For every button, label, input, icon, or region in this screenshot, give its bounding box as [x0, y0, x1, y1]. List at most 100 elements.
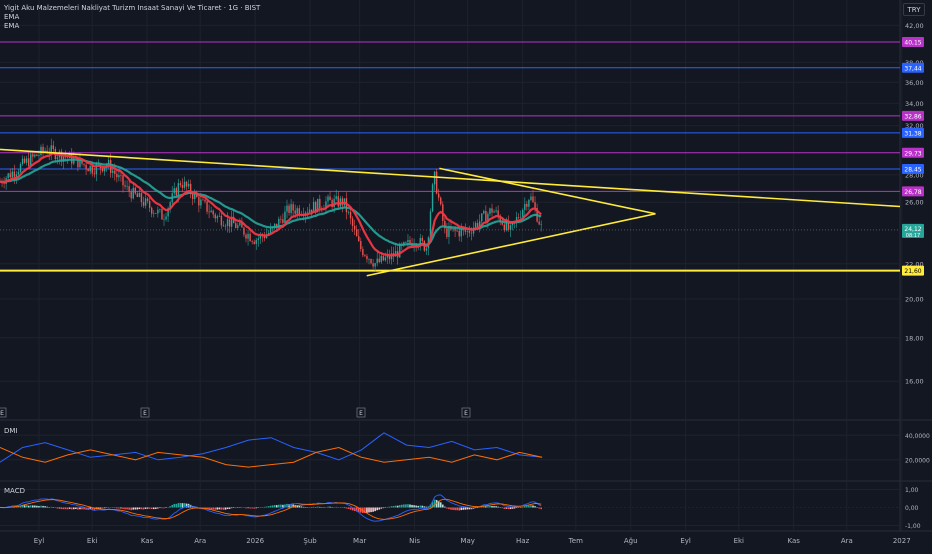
currency-button[interactable]: TRY — [903, 3, 925, 16]
candle-body — [280, 219, 281, 220]
macd-bar — [81, 508, 83, 510]
chart-svg[interactable]: EylEkiKasAra2026ŞubMarNisMayHazTemAğuEyl… — [0, 0, 932, 550]
candle-body — [399, 244, 400, 257]
macd-bar — [491, 506, 493, 508]
candle-body — [42, 147, 43, 152]
candle-body — [374, 263, 375, 266]
candle-body — [364, 255, 365, 256]
macd-bar — [159, 508, 161, 509]
macd-bar — [46, 507, 48, 508]
macd-bar — [395, 506, 397, 508]
candle-body — [440, 198, 441, 205]
macd-bar — [79, 508, 81, 510]
macd-bar — [44, 506, 46, 507]
candle-body — [165, 217, 166, 220]
macd-bar — [327, 507, 329, 508]
candle-body — [381, 256, 382, 262]
candle-body — [85, 165, 86, 169]
candle-body — [481, 213, 482, 221]
macd-bar — [145, 508, 147, 509]
candle-body — [532, 196, 533, 202]
candle-body — [213, 211, 214, 215]
candle-body — [520, 217, 521, 218]
x-tick-label: Eki — [734, 537, 744, 545]
candle-body — [286, 206, 287, 212]
candle-body — [336, 196, 337, 199]
macd-bar — [501, 508, 503, 509]
price-tick-label: 42,00 — [905, 22, 924, 30]
candle-body — [227, 219, 228, 226]
macd-bar — [173, 504, 175, 508]
macd-bar — [458, 508, 460, 511]
macd-bar — [424, 506, 426, 507]
candle-body — [145, 198, 146, 205]
chart-root[interactable]: EylEkiKasAra2026ŞubMarNisMayHazTemAğuEyl… — [0, 0, 932, 550]
macd-bar — [135, 508, 137, 510]
candle-body — [409, 240, 410, 243]
candle-body — [422, 238, 423, 241]
macd-bar — [73, 508, 75, 510]
candle-body — [471, 233, 472, 234]
macd-bar — [69, 508, 71, 509]
candle-body — [14, 172, 15, 177]
level-label: 29,73 — [904, 150, 921, 157]
macd-bar — [497, 507, 499, 508]
macd-bar — [161, 508, 163, 509]
candle-body — [40, 147, 41, 155]
macd-bar — [251, 508, 253, 509]
candle-body — [32, 154, 33, 156]
candle-body — [178, 183, 179, 195]
candle-body — [475, 223, 476, 228]
macd-bar — [493, 506, 495, 507]
candle-body — [348, 212, 349, 213]
candle-body — [436, 172, 437, 194]
candle-body — [538, 222, 539, 225]
candle-body — [124, 185, 125, 186]
candle-body — [510, 225, 511, 230]
macd-bar — [75, 508, 77, 509]
candle-body — [8, 173, 9, 178]
candle-body — [135, 188, 136, 194]
macd-bar — [176, 504, 178, 508]
candle-body — [327, 196, 328, 201]
candle-body — [454, 228, 455, 230]
macd-bar — [540, 508, 542, 510]
x-tick-label: Ara — [194, 537, 206, 545]
macd-bar — [253, 508, 255, 509]
candle-body — [34, 155, 35, 157]
candle-body — [53, 145, 54, 149]
macd-bar — [247, 508, 249, 509]
candle-body — [18, 172, 19, 174]
candle-body — [295, 210, 296, 213]
candle-body — [383, 256, 384, 261]
macd-bar — [444, 507, 446, 508]
indicator-ema-1[interactable]: EMA — [4, 13, 260, 22]
macd-bar — [301, 506, 303, 507]
macd-bar — [249, 508, 251, 509]
macd-bar — [280, 505, 282, 508]
candle-body — [256, 240, 257, 244]
macd-bar — [28, 506, 30, 508]
price-tick-label: 36,00 — [905, 79, 924, 87]
candle-body — [528, 200, 529, 207]
macd-bar — [130, 508, 132, 511]
candle-body — [120, 175, 121, 176]
macd-bar — [116, 508, 118, 509]
candle-body — [366, 256, 367, 259]
candle-body — [504, 225, 505, 231]
macd-bar — [415, 506, 417, 508]
level-label: 40,15 — [904, 40, 921, 47]
candle-body — [221, 216, 222, 225]
candle-body — [90, 166, 91, 171]
macd-bar — [376, 508, 378, 511]
candle-body — [237, 225, 238, 228]
macd-bar — [278, 505, 280, 508]
candle-body — [485, 211, 486, 222]
candle-body — [247, 234, 248, 239]
indicator-ema-2[interactable]: EMA — [4, 22, 260, 31]
macd-bar — [370, 508, 372, 513]
macd-bar — [178, 503, 180, 507]
candle-body — [292, 204, 293, 210]
candle-body — [352, 218, 353, 226]
macd-bar — [180, 503, 182, 508]
